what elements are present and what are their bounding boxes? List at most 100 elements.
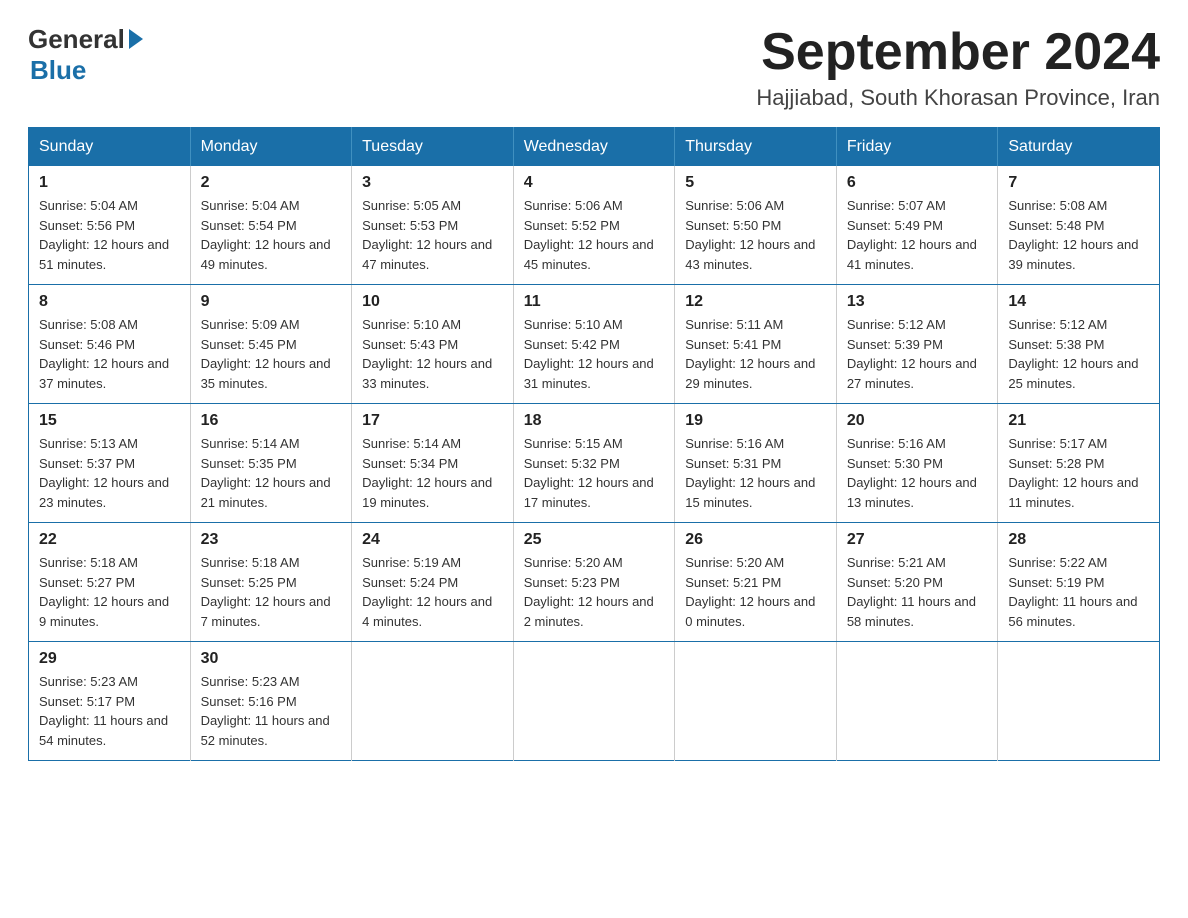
calendar-cell: 18 Sunrise: 5:15 AMSunset: 5:32 PMDayligh… [513, 404, 675, 523]
day-number: 6 [847, 174, 988, 192]
day-info: Sunrise: 5:05 AMSunset: 5:53 PMDaylight:… [362, 196, 503, 274]
day-info: Sunrise: 5:20 AMSunset: 5:23 PMDaylight:… [524, 553, 665, 631]
day-info: Sunrise: 5:15 AMSunset: 5:32 PMDaylight:… [524, 434, 665, 512]
day-info: Sunrise: 5:19 AMSunset: 5:24 PMDaylight:… [362, 553, 503, 631]
logo-blue-text: Blue [30, 55, 86, 86]
day-info: Sunrise: 5:22 AMSunset: 5:19 PMDaylight:… [1008, 553, 1149, 631]
weekday-header-thursday: Thursday [675, 128, 837, 167]
day-info: Sunrise: 5:14 AMSunset: 5:34 PMDaylight:… [362, 434, 503, 512]
day-info: Sunrise: 5:10 AMSunset: 5:43 PMDaylight:… [362, 315, 503, 393]
day-info: Sunrise: 5:06 AMSunset: 5:52 PMDaylight:… [524, 196, 665, 274]
calendar-cell: 19 Sunrise: 5:16 AMSunset: 5:31 PMDayligh… [675, 404, 837, 523]
calendar-cell: 11 Sunrise: 5:10 AMSunset: 5:42 PMDayligh… [513, 285, 675, 404]
day-info: Sunrise: 5:20 AMSunset: 5:21 PMDaylight:… [685, 553, 826, 631]
calendar-cell: 12Sunrise: 5:11 AMSunset: 5:41 PMDayligh… [675, 285, 837, 404]
calendar-cell [998, 642, 1160, 761]
day-number: 24 [362, 531, 503, 549]
day-info: Sunrise: 5:16 AMSunset: 5:30 PMDaylight:… [847, 434, 988, 512]
month-title: September 2024 [756, 24, 1160, 81]
calendar-cell: 9 Sunrise: 5:09 AMSunset: 5:45 PMDaylight… [190, 285, 352, 404]
day-number: 21 [1008, 412, 1149, 430]
title-area: September 2024 Hajjiabad, South Khorasan… [756, 24, 1160, 111]
logo-triangle-icon [129, 29, 143, 49]
calendar-cell: 15 Sunrise: 5:13 AMSunset: 5:37 PMDayligh… [29, 404, 191, 523]
weekday-header-tuesday: Tuesday [352, 128, 514, 167]
day-info: Sunrise: 5:06 AMSunset: 5:50 PMDaylight:… [685, 196, 826, 274]
calendar-cell: 20 Sunrise: 5:16 AMSunset: 5:30 PMDayligh… [836, 404, 998, 523]
day-info: Sunrise: 5:12 AMSunset: 5:38 PMDaylight:… [1008, 315, 1149, 393]
day-info: Sunrise: 5:18 AMSunset: 5:25 PMDaylight:… [201, 553, 342, 631]
calendar-cell: 22Sunrise: 5:18 AMSunset: 5:27 PMDayligh… [29, 523, 191, 642]
weekday-header-sunday: Sunday [29, 128, 191, 167]
page-header: General Blue September 2024 Hajjiabad, S… [28, 24, 1160, 111]
calendar-cell: 5 Sunrise: 5:06 AMSunset: 5:50 PMDaylight… [675, 166, 837, 285]
day-info: Sunrise: 5:16 AMSunset: 5:31 PMDaylight:… [685, 434, 826, 512]
day-number: 16 [201, 412, 342, 430]
weekday-header-monday: Monday [190, 128, 352, 167]
calendar-cell: 2Sunrise: 5:04 AMSunset: 5:54 PMDaylight… [190, 166, 352, 285]
day-info: Sunrise: 5:14 AMSunset: 5:35 PMDaylight:… [201, 434, 342, 512]
day-info: Sunrise: 5:08 AMSunset: 5:46 PMDaylight:… [39, 315, 180, 393]
day-info: Sunrise: 5:13 AMSunset: 5:37 PMDaylight:… [39, 434, 180, 512]
weekday-header-friday: Friday [836, 128, 998, 167]
calendar-cell [352, 642, 514, 761]
day-info: Sunrise: 5:04 AMSunset: 5:56 PMDaylight:… [39, 196, 180, 274]
day-info: Sunrise: 5:17 AMSunset: 5:28 PMDaylight:… [1008, 434, 1149, 512]
calendar-cell: 28 Sunrise: 5:22 AMSunset: 5:19 PMDayligh… [998, 523, 1160, 642]
calendar-cell: 21 Sunrise: 5:17 AMSunset: 5:28 PMDayligh… [998, 404, 1160, 523]
calendar-cell [675, 642, 837, 761]
calendar-cell: 6 Sunrise: 5:07 AMSunset: 5:49 PMDaylight… [836, 166, 998, 285]
day-number: 4 [524, 174, 665, 192]
day-info: Sunrise: 5:07 AMSunset: 5:49 PMDaylight:… [847, 196, 988, 274]
day-number: 30 [201, 650, 342, 668]
day-number: 8 [39, 293, 180, 311]
weekday-header-row: SundayMondayTuesdayWednesdayThursdayFrid… [29, 128, 1160, 167]
day-info: Sunrise: 5:18 AMSunset: 5:27 PMDaylight:… [39, 553, 180, 631]
calendar-table: SundayMondayTuesdayWednesdayThursdayFrid… [28, 127, 1160, 761]
day-info: Sunrise: 5:09 AMSunset: 5:45 PMDaylight:… [201, 315, 342, 393]
day-number: 9 [201, 293, 342, 311]
calendar-cell: 16 Sunrise: 5:14 AMSunset: 5:35 PMDayligh… [190, 404, 352, 523]
day-info: Sunrise: 5:23 AMSunset: 5:17 PMDaylight:… [39, 672, 180, 750]
day-number: 29 [39, 650, 180, 668]
day-number: 14 [1008, 293, 1149, 311]
day-number: 2 [201, 174, 342, 192]
calendar-cell: 26 Sunrise: 5:20 AMSunset: 5:21 PMDayligh… [675, 523, 837, 642]
day-info: Sunrise: 5:12 AMSunset: 5:39 PMDaylight:… [847, 315, 988, 393]
calendar-cell: 14 Sunrise: 5:12 AMSunset: 5:38 PMDayligh… [998, 285, 1160, 404]
calendar-week-row: 15 Sunrise: 5:13 AMSunset: 5:37 PMDayligh… [29, 404, 1160, 523]
day-number: 20 [847, 412, 988, 430]
calendar-cell: 13 Sunrise: 5:12 AMSunset: 5:39 PMDayligh… [836, 285, 998, 404]
day-number: 7 [1008, 174, 1149, 192]
day-number: 27 [847, 531, 988, 549]
calendar-cell: 10Sunrise: 5:10 AMSunset: 5:43 PMDayligh… [352, 285, 514, 404]
day-number: 17 [362, 412, 503, 430]
day-info: Sunrise: 5:10 AMSunset: 5:42 PMDaylight:… [524, 315, 665, 393]
weekday-header-saturday: Saturday [998, 128, 1160, 167]
day-number: 11 [524, 293, 665, 311]
day-info: Sunrise: 5:08 AMSunset: 5:48 PMDaylight:… [1008, 196, 1149, 274]
day-number: 1 [39, 174, 180, 192]
calendar-cell: 3Sunrise: 5:05 AMSunset: 5:53 PMDaylight… [352, 166, 514, 285]
calendar-cell: 24 Sunrise: 5:19 AMSunset: 5:24 PMDayligh… [352, 523, 514, 642]
day-number: 28 [1008, 531, 1149, 549]
calendar-cell: 17 Sunrise: 5:14 AMSunset: 5:34 PMDayligh… [352, 404, 514, 523]
day-number: 13 [847, 293, 988, 311]
calendar-cell: 29 Sunrise: 5:23 AMSunset: 5:17 PMDayligh… [29, 642, 191, 761]
day-info: Sunrise: 5:11 AMSunset: 5:41 PMDaylight:… [685, 315, 826, 393]
calendar-cell [836, 642, 998, 761]
day-number: 15 [39, 412, 180, 430]
day-info: Sunrise: 5:21 AMSunset: 5:20 PMDaylight:… [847, 553, 988, 631]
day-number: 18 [524, 412, 665, 430]
day-number: 25 [524, 531, 665, 549]
calendar-cell: 25 Sunrise: 5:20 AMSunset: 5:23 PMDayligh… [513, 523, 675, 642]
calendar-cell: 7 Sunrise: 5:08 AMSunset: 5:48 PMDaylight… [998, 166, 1160, 285]
day-number: 19 [685, 412, 826, 430]
logo-general-text: General [28, 24, 125, 55]
day-number: 5 [685, 174, 826, 192]
calendar-cell: 8 Sunrise: 5:08 AMSunset: 5:46 PMDaylight… [29, 285, 191, 404]
calendar-cell: 27 Sunrise: 5:21 AMSunset: 5:20 PMDayligh… [836, 523, 998, 642]
calendar-cell: 4 Sunrise: 5:06 AMSunset: 5:52 PMDaylight… [513, 166, 675, 285]
calendar-week-row: 29 Sunrise: 5:23 AMSunset: 5:17 PMDayligh… [29, 642, 1160, 761]
day-number: 26 [685, 531, 826, 549]
